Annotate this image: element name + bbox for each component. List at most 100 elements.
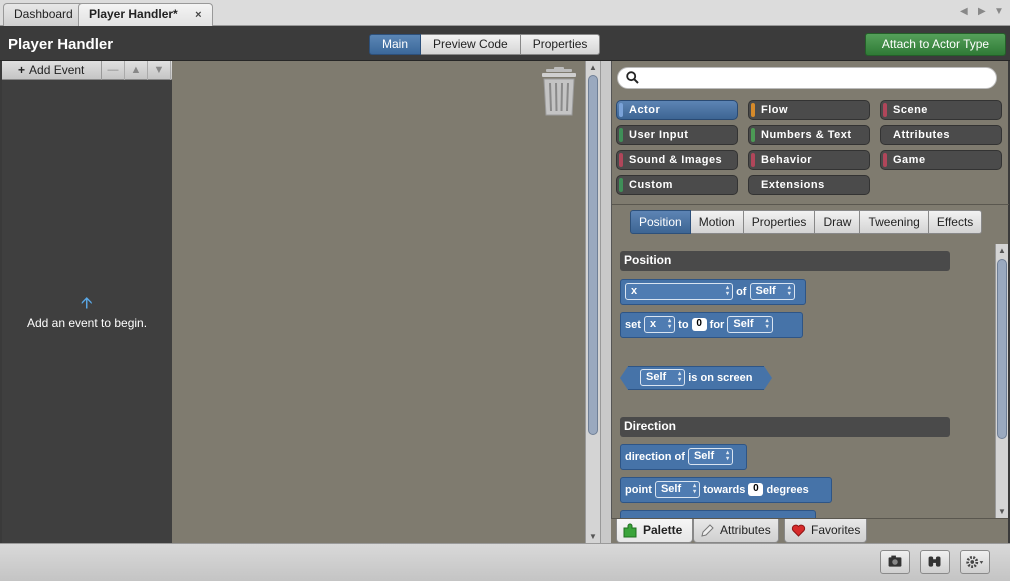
scroll-up-icon[interactable]: ▲ [586, 63, 600, 72]
subtab-draw[interactable]: Draw [815, 210, 861, 234]
search-icon [626, 71, 639, 84]
canvas-scrollbar[interactable]: ▲ ▼ [585, 61, 600, 543]
page-title: Player Handler [8, 36, 114, 53]
scroll-down-icon[interactable]: ▼ [996, 507, 1008, 516]
plus-icon: + [18, 63, 26, 77]
add-event-label: Add Event [29, 63, 85, 77]
close-tab-icon[interactable]: × [195, 9, 201, 21]
tab-favorites-label: Favorites [811, 523, 861, 537]
palette-panel: Actor Flow Scene User Input Numbers & Te… [611, 61, 1009, 543]
category-game[interactable]: Game [880, 150, 1002, 170]
subtab-tweening[interactable]: Tweening [860, 210, 929, 234]
editor-header: Player Handler Main Preview Code Propert… [0, 27, 1010, 61]
subtab-effects[interactable]: Effects [928, 210, 983, 234]
canvas-scroll-thumb[interactable] [588, 75, 598, 435]
move-event-up-button[interactable]: ▲ [125, 61, 148, 80]
tab-palette[interactable]: Palette [616, 519, 694, 543]
category-color-stripe [751, 103, 755, 117]
category-extensions-label: Extensions [761, 179, 825, 191]
tab-dashboard[interactable]: Dashboard [3, 3, 84, 26]
tab-list-dropdown-icon[interactable]: ▼ [994, 6, 1004, 17]
category-user-input[interactable]: User Input [616, 125, 738, 145]
category-actor[interactable]: Actor [616, 100, 738, 120]
tab-attributes[interactable]: Attributes [693, 519, 779, 543]
mode-properties-button[interactable]: Properties [520, 34, 601, 55]
section-position-header: Position [620, 251, 950, 271]
attach-to-actor-type-button[interactable]: Attach to Actor Type [865, 33, 1006, 56]
tab-favorites[interactable]: Favorites [784, 519, 867, 543]
scroll-tabs-right-icon[interactable]: ▶ [978, 6, 986, 17]
tab-palette-label: Palette [643, 523, 683, 537]
category-attributes[interactable]: Attributes [880, 125, 1002, 145]
value-input[interactable]: 0 [691, 317, 707, 331]
document-tab-bar: Dashboard Player Handler* × ◀ ▶ ▼ [0, 0, 1010, 26]
tab-player-handler-label: Player Handler* [89, 7, 178, 21]
palette-scroll-thumb[interactable] [997, 259, 1007, 439]
block-canvas[interactable] [172, 61, 585, 543]
category-flow[interactable]: Flow [748, 100, 870, 120]
attribute-dropdown[interactable]: x [625, 282, 733, 300]
block-text-of: of [736, 286, 747, 298]
remove-event-button[interactable]: — [102, 61, 125, 80]
tab-attributes-label: Attributes [720, 523, 771, 537]
category-behavior[interactable]: Behavior [748, 150, 870, 170]
value-input[interactable]: 0 [748, 482, 764, 496]
category-custom-label: Custom [629, 179, 673, 191]
scroll-up-icon[interactable]: ▲ [996, 246, 1008, 255]
screenshot-button[interactable] [880, 550, 910, 574]
subtab-motion[interactable]: Motion [690, 210, 744, 234]
actor-dropdown[interactable]: Self [749, 282, 795, 300]
block-text-direction-of: direction of [625, 451, 685, 463]
category-color-stripe [619, 153, 623, 167]
category-flow-label: Flow [761, 104, 789, 116]
category-custom[interactable]: Custom [616, 175, 738, 195]
tab-player-handler[interactable]: Player Handler* × [78, 3, 213, 26]
category-color-stripe [751, 178, 755, 192]
trash-icon[interactable] [540, 67, 578, 117]
attribute-dropdown[interactable]: x [643, 315, 676, 333]
mode-switcher: Main Preview Code Properties [369, 34, 601, 55]
find-button[interactable] [920, 550, 950, 574]
mode-preview-code-button[interactable]: Preview Code [421, 34, 521, 55]
palette-divider [612, 204, 1009, 205]
block-actor-value-of[interactable]: x of Self [620, 279, 806, 305]
palette-scrollbar[interactable]: ▲ ▼ [995, 244, 1008, 518]
section-direction-header: Direction [620, 417, 950, 437]
actor-dropdown[interactable]: Self [687, 447, 734, 465]
scroll-tabs-left-icon[interactable]: ◀ [960, 6, 968, 17]
block-is-on-screen[interactable]: Self is on screen [619, 366, 773, 390]
add-event-button[interactable]: + Add Event [2, 61, 102, 80]
subtab-position[interactable]: Position [630, 210, 691, 234]
actor-dropdown[interactable]: Self [654, 480, 701, 498]
subtab-properties[interactable]: Properties [743, 210, 816, 234]
category-color-stripe [883, 128, 887, 142]
palette-search-input[interactable] [646, 70, 986, 86]
block-list: Position x of Self set x to 0 for Self S… [612, 244, 995, 518]
block-direction-of[interactable]: direction of Self [620, 444, 747, 470]
splitter-bar[interactable] [600, 61, 611, 543]
palette-search[interactable] [617, 67, 997, 89]
block-partially-visible[interactable] [620, 510, 816, 518]
mode-main-button[interactable]: Main [369, 34, 422, 55]
category-numbers-text-label: Numbers & Text [761, 129, 852, 141]
category-behavior-label: Behavior [761, 154, 813, 166]
category-color-stripe [619, 178, 623, 192]
status-bar [0, 543, 1010, 581]
settings-menu-button[interactable] [960, 550, 990, 574]
move-event-down-button[interactable]: ▼ [148, 61, 171, 80]
category-sound-images[interactable]: Sound & Images [616, 150, 738, 170]
puzzle-piece-icon [623, 523, 637, 538]
actor-dropdown[interactable]: Self [640, 368, 686, 386]
category-user-input-label: User Input [629, 129, 689, 141]
category-scene[interactable]: Scene [880, 100, 1002, 120]
block-point-towards[interactable]: point Self towards 0 degrees [620, 477, 832, 503]
arrow-up-icon: 🡩 [81, 295, 93, 312]
events-panel: + Add Event — ▲ ▼ 🡩 Add an event to begin… [2, 61, 172, 543]
category-extensions[interactable]: Extensions [748, 175, 870, 195]
category-color-stripe [619, 103, 623, 117]
block-set-attribute[interactable]: set x to 0 for Self [620, 312, 803, 338]
category-numbers-text[interactable]: Numbers & Text [748, 125, 870, 145]
binoculars-icon [928, 556, 941, 567]
scroll-down-icon[interactable]: ▼ [586, 532, 600, 541]
actor-dropdown[interactable]: Self [727, 315, 773, 333]
